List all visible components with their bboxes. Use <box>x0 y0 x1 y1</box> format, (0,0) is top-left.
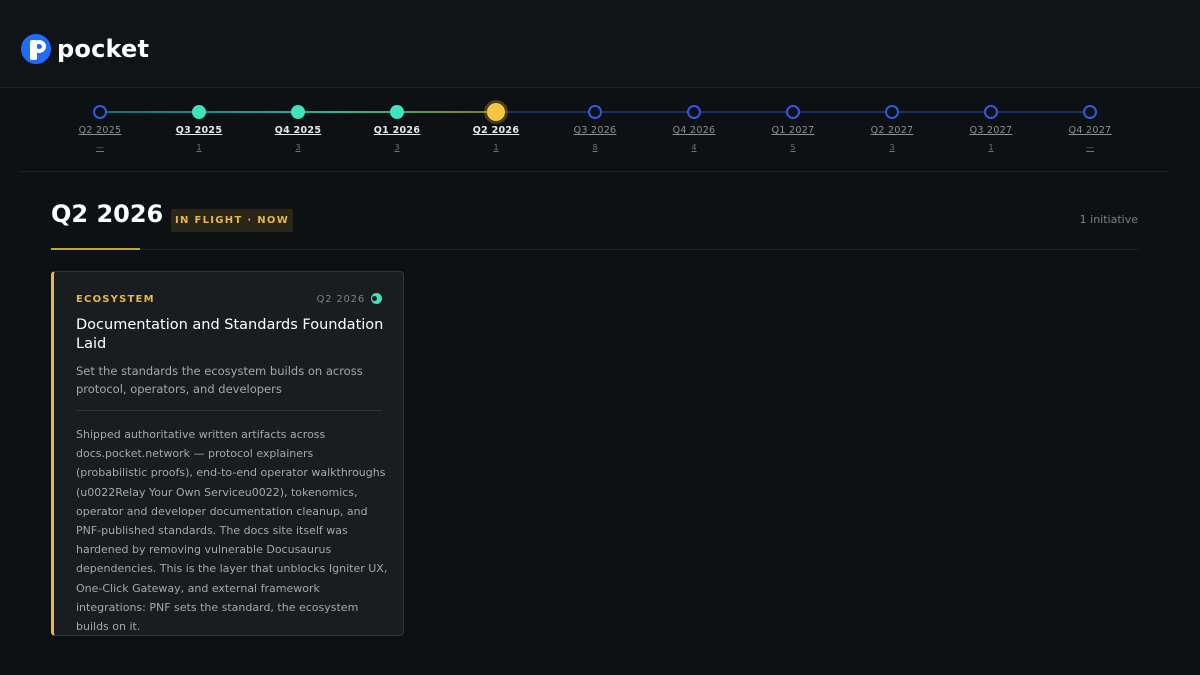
timeline-quarter-label[interactable]: Q1 2027 <box>753 125 833 136</box>
timeline-quarter-label[interactable]: Q3 2025 <box>159 125 239 136</box>
section-divider <box>51 249 1138 250</box>
timeline-quarter-label[interactable]: Q2 2025 <box>60 125 140 136</box>
timeline-node-q3-2027[interactable] <box>984 105 998 119</box>
timeline-quarter-label[interactable]: Q2 2026 <box>456 125 536 136</box>
timeline-node-q2-2027[interactable] <box>885 105 899 119</box>
timeline-quarter-label[interactable]: Q1 2026 <box>357 125 437 136</box>
timeline-quarter-label[interactable]: Q4 2027 <box>1050 125 1130 136</box>
card-summary: Set the standards the ecosystem builds o… <box>76 364 363 396</box>
timeline-node-q4-2026[interactable] <box>687 105 701 119</box>
card-divider <box>76 410 382 411</box>
status-dot-icon <box>371 293 382 304</box>
timeline-node-q1-2026[interactable] <box>390 105 404 119</box>
timeline-node-q4-2027[interactable] <box>1083 105 1097 119</box>
timeline-quarter-label[interactable]: Q4 2025 <box>258 125 338 136</box>
card-quarter: Q2 2026 <box>316 294 365 305</box>
timeline-quarter-count[interactable]: 1 <box>179 143 219 152</box>
timeline-node-q1-2027[interactable] <box>786 105 800 119</box>
section-divider-accent <box>51 248 140 250</box>
timeline-quarter-label[interactable]: Q3 2026 <box>555 125 635 136</box>
timeline-quarter-count[interactable]: — <box>80 143 120 152</box>
timeline-quarter-count[interactable]: 3 <box>278 143 318 152</box>
app-header: pocket <box>0 0 1200 88</box>
timeline-quarter-count[interactable]: 8 <box>575 143 615 152</box>
timeline-node-q2-2026[interactable] <box>487 103 505 121</box>
timeline-quarter-count[interactable]: 3 <box>872 143 912 152</box>
timeline-quarter-label[interactable]: Q4 2026 <box>654 125 734 136</box>
card-body: Shipped authoritative written artifacts … <box>76 428 388 634</box>
timeline-quarter-count[interactable]: 3 <box>377 143 417 152</box>
brand-name: pocket <box>57 35 150 63</box>
timeline-quarter-count[interactable]: — <box>1070 143 1110 152</box>
status-badge: IN FLIGHT · NOW <box>171 209 293 232</box>
pocket-logo-icon <box>21 34 51 64</box>
timeline-node-q3-2026[interactable] <box>588 105 602 119</box>
timeline-quarter-label[interactable]: Q3 2027 <box>951 125 1031 136</box>
card-category: ECOSYSTEM <box>76 294 155 305</box>
section-title: Q2 2026 <box>51 200 164 228</box>
timeline-node-q2-2025[interactable] <box>93 105 107 119</box>
initiative-count: 1 initiative <box>1079 213 1138 226</box>
timeline-quarter-count[interactable]: 1 <box>476 143 516 152</box>
initiative-card[interactable]: ECOSYSTEM Q2 2026 Documentation and Stan… <box>51 271 404 636</box>
timeline-node-q3-2025[interactable] <box>192 105 206 119</box>
timeline-quarter-label[interactable]: Q2 2027 <box>852 125 932 136</box>
card-title: Documentation and Standards Foundation L… <box>76 317 384 352</box>
timeline-quarter-count[interactable]: 1 <box>971 143 1011 152</box>
timeline-quarter-count[interactable]: 4 <box>674 143 714 152</box>
quarter-timeline: Q2 2025 — Q3 2025 1 Q4 2025 3 Q1 2026 3 Q2 2026 1… <box>20 88 1168 172</box>
timeline-quarter-count[interactable]: 5 <box>773 143 813 152</box>
timeline-node-q4-2025[interactable] <box>291 105 305 119</box>
pocket-logo[interactable]: pocket <box>21 34 149 64</box>
